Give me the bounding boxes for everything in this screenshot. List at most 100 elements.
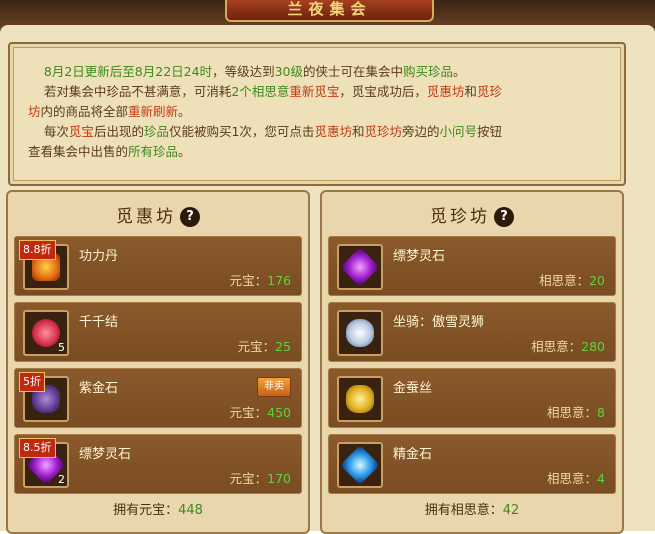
stone-icon: 5折 — [19, 372, 69, 422]
notice-shop-2: 觅珍坊 — [364, 124, 402, 139]
notice-shop-2: 觅珍 — [476, 84, 502, 99]
notice-text: 按钮 — [477, 124, 503, 139]
item-name: 功力丹 — [79, 249, 119, 264]
item-price: 相思意：4 — [547, 468, 605, 487]
item-name: 千千结 — [79, 315, 119, 330]
gem-graphic — [340, 247, 380, 287]
notice-shop-1: 觅惠坊 — [426, 84, 465, 99]
left-shop-header: 觅惠坊? — [8, 202, 308, 227]
discount-badge: 8.5折 — [19, 438, 56, 458]
notice-shop-2: 坊 — [28, 104, 41, 119]
price-value: 25 — [275, 339, 291, 354]
item-price: 元宝：170 — [230, 468, 291, 487]
item-name: 精金石 — [393, 447, 433, 462]
item-quantity: 2 — [58, 473, 65, 486]
price-label: 元宝： — [229, 273, 268, 288]
item-quantity: 5 — [58, 341, 65, 354]
notice-text: 内的商品将全部 — [40, 104, 129, 119]
left-shop-item[interactable]: 5折 紫金石 非卖 元宝：450 — [14, 368, 302, 428]
not-for-sale-badge: 非卖 — [257, 377, 291, 397]
owned-value: 42 — [502, 503, 520, 518]
left-shop-item[interactable]: 8.5折 2 缥梦灵石 元宝：170 — [14, 434, 302, 494]
price-value: 450 — [267, 405, 291, 420]
item-name: 紫金石 — [79, 381, 119, 396]
owned-label: 拥有元宝： — [113, 503, 179, 518]
help-icon[interactable]: ? — [494, 207, 514, 227]
right-shop-item[interactable]: 坐骑：傲雪灵狮 相思意：280 — [328, 302, 616, 362]
right-shop-item[interactable]: 精金石 相思意：4 — [328, 434, 616, 494]
price-label: 相思意： — [547, 405, 598, 420]
notice-refresh: 重新刷新 — [128, 104, 179, 119]
price-value: 176 — [267, 273, 291, 288]
notice-line-3: 坊内的商品将全部重新刷新。 — [28, 102, 613, 122]
discount-badge: 5折 — [19, 372, 45, 392]
notice-shop-1: 觅惠坊 — [314, 124, 352, 139]
left-shop-item[interactable]: 5 千千结 元宝：25 — [14, 302, 302, 362]
notice-help: 小问号 — [439, 124, 478, 139]
price-value: 20 — [589, 273, 605, 288]
gem-icon — [337, 244, 383, 290]
owned-label: 拥有相思意： — [424, 503, 503, 518]
notice-all-treasures: 所有珍品 — [128, 144, 179, 159]
price-label: 元宝： — [237, 339, 276, 354]
notice-reseek: 重新觅宝 — [289, 84, 340, 99]
notice-text: 仅能被购买1次，您可点击 — [168, 124, 315, 139]
price-value: 4 — [597, 471, 605, 486]
left-shop-panel: 觅惠坊? 8.8折 功力丹 元宝：176 5 千千结 元宝：25 5折 紫金石 … — [6, 190, 310, 534]
price-value: 280 — [581, 339, 605, 354]
price-value: 8 — [597, 405, 605, 420]
notice-line-5: 查看集会中出售的所有珍品。 — [28, 142, 613, 162]
window-title: 兰夜集会 — [225, 0, 434, 22]
item-price: 相思意：20 — [539, 270, 605, 289]
notice-text: ，等级达到 — [212, 64, 275, 79]
item-name: 坐骑：傲雪灵狮 — [393, 315, 485, 330]
price-value: 170 — [267, 471, 291, 486]
help-icon[interactable]: ? — [180, 207, 200, 227]
discount-badge: 8.8折 — [19, 240, 56, 260]
notice-text: ，觅宝成功后， — [339, 84, 427, 99]
item-price: 元宝：25 — [238, 336, 291, 355]
gem-icon: 8.5折 2 — [19, 438, 69, 488]
item-name: 缥梦灵石 — [393, 249, 446, 264]
notice-treasure: 珍品 — [143, 124, 169, 139]
item-name: 金蚕丝 — [393, 381, 433, 396]
silk-graphic — [346, 385, 374, 413]
notice-action: 购买珍品 — [403, 64, 454, 79]
notice-text: 和 — [351, 124, 365, 139]
crystal-icon — [337, 442, 383, 488]
notice-text: 。 — [178, 144, 191, 159]
left-shop-item[interactable]: 8.8折 功力丹 元宝：176 — [14, 236, 302, 296]
knot-graphic — [32, 319, 60, 347]
owned-value: 448 — [178, 503, 203, 518]
price-label: 相思意： — [547, 471, 598, 486]
item-price: 元宝：176 — [230, 270, 291, 289]
notice-text: 查看集会中出售的 — [28, 144, 129, 159]
notice-text: 和 — [464, 84, 477, 99]
price-label: 元宝： — [229, 405, 268, 420]
owned-currency: 拥有相思意：42 — [322, 499, 622, 518]
item-price: 相思意：280 — [531, 336, 605, 355]
right-shop-panel: 觅珍坊? 缥梦灵石 相思意：20 坐骑：傲雪灵狮 相思意：280 金蚕丝 相思意… — [320, 190, 624, 534]
pill-icon: 8.8折 — [19, 240, 69, 290]
lion-graphic — [346, 319, 374, 347]
item-price: 相思意：8 — [547, 402, 605, 421]
right-shop-item[interactable]: 金蚕丝 相思意：8 — [328, 368, 616, 428]
notice-level: 30级 — [274, 64, 303, 79]
right-shop-title: 觅珍坊 — [430, 207, 490, 227]
crystal-graphic — [340, 445, 380, 485]
item-name: 缥梦灵石 — [79, 447, 132, 462]
price-label: 相思意： — [531, 339, 582, 354]
notice-date: 8月2日更新后至8月22日24时 — [43, 64, 213, 79]
notice-text: 后出现的 — [93, 124, 144, 139]
notice-text: 。 — [178, 104, 191, 119]
right-shop-item[interactable]: 缥梦灵石 相思意：20 — [328, 236, 616, 296]
notice-text: 每次 — [43, 124, 69, 139]
notice-text: 若对集会中珍品不甚满意，可消耗 — [43, 84, 232, 99]
notice-seek: 觅宝 — [68, 124, 94, 139]
price-label: 相思意： — [539, 273, 590, 288]
silk-icon — [337, 376, 383, 422]
event-notice: 8月2日更新后至8月22日24时，等级达到30级的侠士可在集会中购买珍品。 若对… — [8, 42, 626, 186]
knot-icon: 5 — [23, 310, 69, 356]
right-shop-header: 觅珍坊? — [322, 202, 622, 227]
notice-text: 。 — [453, 64, 466, 79]
